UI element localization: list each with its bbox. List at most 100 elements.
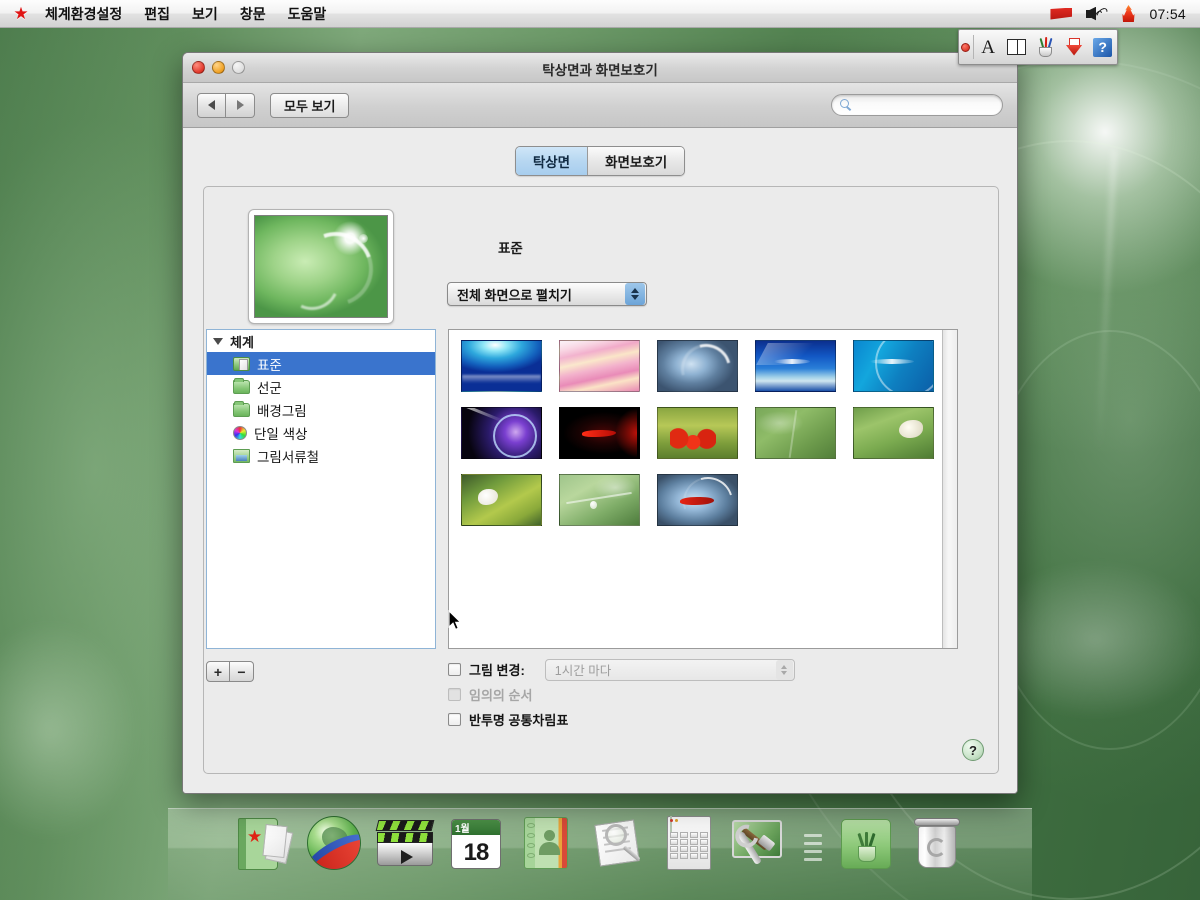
wallpaper-thumbnail[interactable] xyxy=(657,474,738,526)
dock-item-documents[interactable]: ★ xyxy=(232,812,294,872)
dock-item-media-player[interactable] xyxy=(374,812,436,872)
dock-item-utilities[interactable] xyxy=(835,812,897,872)
palette-close-button[interactable] xyxy=(959,43,973,52)
search-input[interactable] xyxy=(856,98,986,112)
menu-bar: ★ 체계환경설정 편집 보기 창문 도움말 07:54 xyxy=(0,0,1200,28)
translucent-menubar-checkbox[interactable] xyxy=(448,713,461,726)
wallpaper-thumbnail[interactable] xyxy=(559,474,640,526)
interval-popup[interactable]: 1시간 마다 xyxy=(545,659,795,681)
remove-folder-button[interactable]: − xyxy=(230,661,254,682)
wallpaper-grid[interactable] xyxy=(448,329,958,649)
menu-item-view[interactable]: 보기 xyxy=(181,4,229,24)
floating-palette[interactable]: A ? xyxy=(958,29,1118,65)
wallpaper-thumbnail[interactable] xyxy=(559,407,640,459)
palette-button-text[interactable]: A xyxy=(974,30,1003,64)
tab-strip: 탁상면 화면보호기 xyxy=(515,146,685,176)
preview-row: 표준 xyxy=(248,209,958,334)
close-dot-icon xyxy=(961,43,970,52)
change-picture-row: 그림 변경: 1시간 마다 xyxy=(448,657,988,682)
document-magnifier-icon xyxy=(591,820,645,868)
hammer-wrench-icon xyxy=(732,820,788,868)
preview-name: 표준 xyxy=(498,237,523,257)
forward-button[interactable] xyxy=(226,93,255,118)
speaker-icon[interactable] xyxy=(1085,6,1107,22)
back-button[interactable] xyxy=(197,93,226,118)
wallpaper-thumbnail[interactable] xyxy=(657,407,738,459)
folder-icon xyxy=(233,403,250,417)
wallpaper-thumbnail[interactable] xyxy=(461,474,542,526)
menu-bar-clock[interactable]: 07:54 xyxy=(1149,6,1186,22)
translucent-menubar-row: 반투명 공통차림표 xyxy=(448,707,988,732)
sidebar-item-standard[interactable]: 표준 xyxy=(207,352,435,375)
sidebar-item-wallpapers[interactable]: 배경그림 xyxy=(207,398,435,421)
green-swirl-wallpaper xyxy=(254,215,388,318)
dock-item-browser[interactable] xyxy=(303,812,365,872)
sidebar-item-label: 그림서류철 xyxy=(257,446,319,466)
palette-button-pens[interactable] xyxy=(1031,30,1060,64)
palette-button-stamp[interactable] xyxy=(1060,30,1089,64)
back-arrow-icon xyxy=(208,100,215,110)
wallpaper-thumbnail[interactable] xyxy=(853,407,934,459)
red-star-icon[interactable]: ★ xyxy=(8,5,34,22)
address-book-icon xyxy=(524,817,568,869)
red-flag-icon[interactable] xyxy=(1050,6,1072,22)
flame-icon[interactable] xyxy=(1120,5,1136,22)
random-order-row: 임의의 순서 xyxy=(448,682,988,707)
dock-item-calendar[interactable]: 1월 18 xyxy=(445,812,507,872)
random-order-checkbox xyxy=(448,688,461,701)
two-pane-icon xyxy=(1007,39,1026,55)
standard-wallpaper-icon xyxy=(233,357,250,371)
sidebar-item-songun[interactable]: 선군 xyxy=(207,375,435,398)
sidebar-item-solid-colors[interactable]: 단일 색상 xyxy=(207,421,435,444)
grid-scrollbar[interactable] xyxy=(942,330,957,648)
fill-mode-popup[interactable]: 전체 화면으로 펼치기 xyxy=(447,282,647,306)
palette-button-panes[interactable] xyxy=(1002,30,1031,64)
clapperboard-icon xyxy=(377,820,433,868)
trash-can-icon xyxy=(916,818,958,870)
sidebar-group-system[interactable]: 체계 xyxy=(207,330,435,352)
palette-button-help[interactable]: ? xyxy=(1088,30,1117,64)
help-button[interactable]: ? xyxy=(962,739,984,761)
wallpaper-thumbnail[interactable] xyxy=(657,340,738,392)
search-field[interactable] xyxy=(831,94,1003,116)
change-picture-label: 그림 변경: xyxy=(469,660,525,679)
sidebar-group-label: 체계 xyxy=(230,332,254,351)
wallpaper-thumbnail[interactable] xyxy=(461,407,542,459)
sidebar-item-label: 단일 색상 xyxy=(254,423,307,443)
menu-item-system-preferences[interactable]: 체계환경설정 xyxy=(34,4,133,24)
window-title: 탁상면과 화면보호기 xyxy=(183,59,1017,79)
dock-item-address-book[interactable] xyxy=(516,812,578,872)
disclosure-triangle-down-icon[interactable] xyxy=(213,338,223,345)
add-folder-button[interactable]: + xyxy=(206,661,230,682)
source-sidebar[interactable]: 체계 표준 선군 배경그림 단일 색상 xyxy=(206,329,436,649)
dock-item-system-preferences[interactable] xyxy=(729,812,791,872)
sidebar-item-pictures-folder[interactable]: 그림서류철 xyxy=(207,444,435,467)
menu-item-edit[interactable]: 편집 xyxy=(133,4,181,24)
wallpaper-thumbnail[interactable] xyxy=(461,340,542,392)
tab-screensaver[interactable]: 화면보호기 xyxy=(587,147,684,175)
change-picture-checkbox[interactable] xyxy=(448,663,461,676)
dock-item-calculator[interactable] xyxy=(658,812,720,872)
calendar-icon: 1월 18 xyxy=(451,819,501,869)
mouse-cursor xyxy=(448,610,462,632)
window-body: 탁상면 화면보호기 표준 전체 화면으로 펼치기 체계 xyxy=(183,128,1017,794)
globe-browser-icon xyxy=(307,816,361,870)
wallpaper-thumbnail[interactable] xyxy=(853,340,934,392)
tab-desktop[interactable]: 탁상면 xyxy=(516,147,587,175)
interval-value: 1시간 마다 xyxy=(546,660,776,679)
up-down-stepper-icon[interactable] xyxy=(776,660,793,680)
show-all-button[interactable]: 모두 보기 xyxy=(270,93,349,118)
dock-item-trash[interactable] xyxy=(906,812,968,872)
wallpaper-thumbnail[interactable] xyxy=(755,407,836,459)
up-down-stepper-icon[interactable] xyxy=(625,283,645,305)
calculator-icon xyxy=(667,816,711,870)
menu-item-window[interactable]: 창문 xyxy=(229,4,277,24)
wallpaper-thumbnail[interactable] xyxy=(559,340,640,392)
dock-item-preview[interactable] xyxy=(587,812,649,872)
sidebar-item-label: 표준 xyxy=(257,354,282,374)
preview-frame[interactable] xyxy=(248,209,394,324)
wallpaper-grid-scroll xyxy=(449,330,942,648)
window-title-bar[interactable]: 탁상면과 화면보호기 xyxy=(183,53,1017,83)
menu-item-help[interactable]: 도움말 xyxy=(277,4,338,24)
wallpaper-thumbnail[interactable] xyxy=(755,340,836,392)
